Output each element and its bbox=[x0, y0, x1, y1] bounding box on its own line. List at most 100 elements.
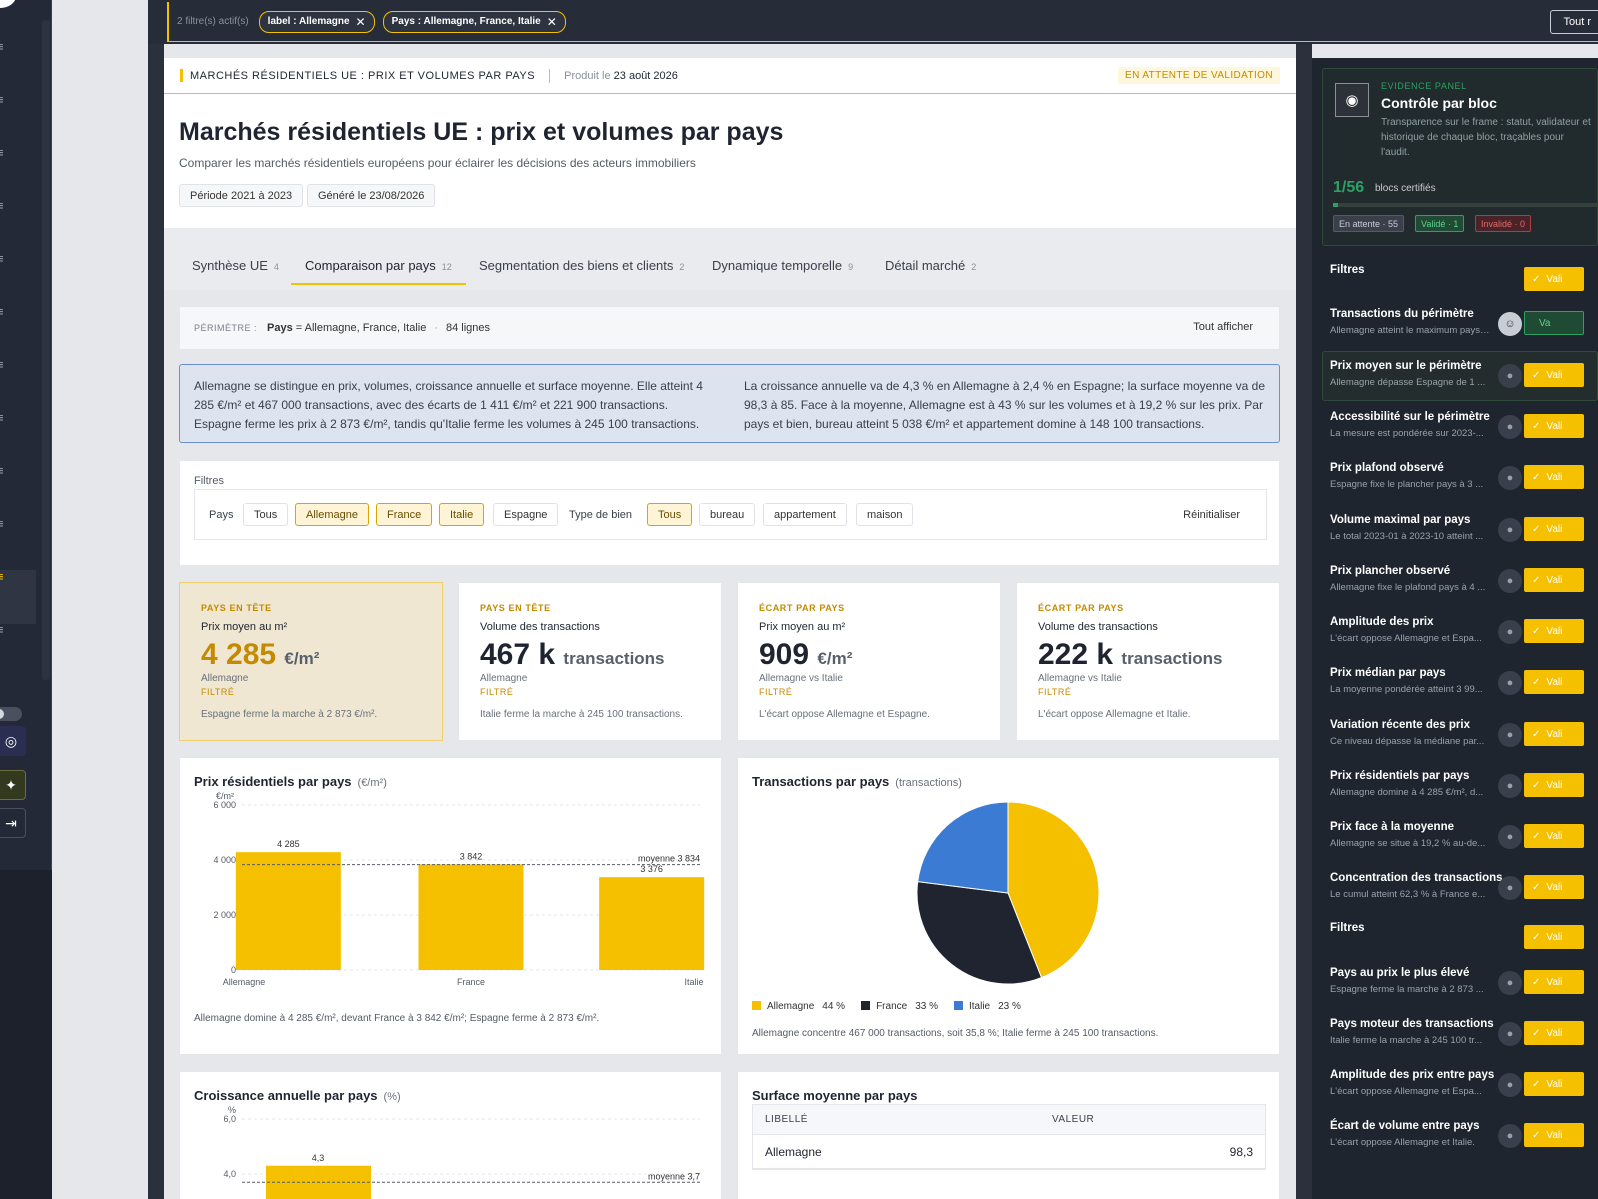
kpi-card[interactable]: PAYS EN TÊTE Prix moyen au m² 4 285 €/m²… bbox=[179, 582, 443, 741]
clear-filters-button[interactable]: Tout r bbox=[1550, 10, 1598, 34]
kpi-card[interactable]: ÉCART PAR PAYS Volume des transactions 2… bbox=[1016, 582, 1280, 741]
report-strip: MARCHÉS RÉSIDENTIELS UE : PRIX ET VOLUME… bbox=[164, 58, 1296, 94]
user-avatar[interactable] bbox=[0, 0, 16, 8]
tab-comparaison[interactable]: Comparaison par pays 12 bbox=[291, 258, 466, 285]
validated-badge[interactable]: Va bbox=[1524, 311, 1584, 335]
legend-item[interactable]: Italie 23 % bbox=[953, 1001, 1021, 1012]
layers-icon[interactable]: ≡ bbox=[0, 517, 10, 531]
filter-pays-italie[interactable]: Italie bbox=[439, 503, 485, 526]
show-all-button[interactable]: Tout afficher bbox=[1193, 321, 1253, 333]
evidence-item[interactable]: Prix plafond observé Espagne fixe le plan… bbox=[1330, 462, 1598, 506]
logout-icon[interactable]: ⇥ bbox=[0, 808, 26, 838]
status-validated[interactable]: Validé · 1 bbox=[1415, 215, 1465, 232]
validate-button[interactable]: ✓ Vali bbox=[1524, 925, 1584, 949]
evidence-item[interactable]: Pays au prix le plus élevé Espagne ferme … bbox=[1330, 967, 1598, 1011]
validate-button[interactable]: ✓ Vali bbox=[1524, 1123, 1584, 1147]
evidence-summary: ◉ EVIDENCE PANEL Contrôle par bloc Trans… bbox=[1322, 68, 1598, 246]
validate-button[interactable]: ✓ Vali bbox=[1524, 875, 1584, 899]
evidence-item[interactable]: Amplitude des prix L'écart oppose Allemag… bbox=[1330, 616, 1598, 660]
evidence-item[interactable]: Transactions du périmètre Allemagne attei… bbox=[1330, 308, 1598, 352]
layers-icon[interactable]: ≡ bbox=[0, 305, 10, 319]
filter-type-maison[interactable]: maison bbox=[856, 503, 914, 526]
validate-button[interactable]: ✓ Vali bbox=[1524, 414, 1584, 438]
layers-icon[interactable]: ≡ bbox=[0, 623, 10, 637]
reset-button[interactable]: Réinitialiser bbox=[1183, 509, 1240, 521]
tab-segmentation[interactable]: Segmentation des biens et clients 2 bbox=[479, 258, 684, 283]
column-header[interactable]: VALEUR bbox=[1040, 1114, 1094, 1125]
validate-button[interactable]: ✓ Vali bbox=[1524, 824, 1584, 848]
chart-note: Allemagne concentre 467 000 transactions… bbox=[752, 1028, 1159, 1039]
filter-pays-tous[interactable]: Tous bbox=[243, 503, 289, 526]
validate-button[interactable]: ✓ Vali bbox=[1524, 363, 1584, 387]
legend-item[interactable]: France 33 % bbox=[861, 1001, 938, 1012]
table-title: Surface moyenne par pays bbox=[752, 1088, 918, 1103]
evidence-item[interactable]: Accessibilité sur le périmètre La mesure … bbox=[1330, 411, 1598, 455]
evidence-item[interactable]: Prix moyen sur le périmètre Allemagne dép… bbox=[1330, 360, 1598, 404]
evidence-item[interactable]: Écart de volume entre pays L'écart oppose… bbox=[1330, 1120, 1598, 1164]
filter-chip[interactable]: Pays : Allemagne, France, Italie ✕ bbox=[382, 10, 566, 33]
filter-type-appartement[interactable]: appartement bbox=[763, 503, 847, 526]
evidence-item[interactable]: Volume maximal par pays Le total 2023-01 … bbox=[1330, 514, 1598, 558]
validate-label: Vali bbox=[1546, 976, 1563, 988]
layers-icon-active[interactable]: ≡ bbox=[0, 570, 10, 584]
evidence-section-header[interactable]: Filtres ✓ Vali bbox=[1330, 922, 1598, 966]
filter-pays-allemagne[interactable]: Allemagne bbox=[295, 503, 369, 526]
validate-button[interactable]: ✓ Vali bbox=[1524, 1072, 1584, 1096]
shield-icon[interactable]: ◎ bbox=[0, 726, 26, 756]
kpi-card[interactable]: ÉCART PAR PAYS Prix moyen au m² 909 €/m²… bbox=[737, 582, 1001, 741]
kpi-card[interactable]: PAYS EN TÊTE Volume des transactions 467… bbox=[458, 582, 722, 741]
layers-icon[interactable]: ≡ bbox=[0, 358, 10, 372]
tab-dynamique[interactable]: Dynamique temporelle 9 bbox=[712, 258, 853, 283]
theme-toggle[interactable] bbox=[0, 707, 22, 721]
validate-button[interactable]: ✓ Vali bbox=[1524, 670, 1584, 694]
layers-icon[interactable]: ≡ bbox=[0, 199, 10, 213]
filter-type-tous[interactable]: Tous bbox=[647, 503, 693, 526]
tab-synthese[interactable]: Synthèse UE 4 bbox=[192, 258, 279, 283]
magic-wand-icon[interactable]: ✦ bbox=[0, 770, 26, 800]
evidence-item[interactable]: Prix médian par pays La moyenne pondérée … bbox=[1330, 667, 1598, 711]
validate-button[interactable]: ✓ Vali bbox=[1524, 465, 1584, 489]
validate-button[interactable]: ✓ Vali bbox=[1524, 773, 1584, 797]
evidence-item[interactable]: Prix plancher observé Allemagne fixe le p… bbox=[1330, 565, 1598, 609]
perimeter-bar: PÉRIMÈTRE : Pays = Allemagne, France, It… bbox=[179, 306, 1280, 350]
status-invalidated[interactable]: Invalidé · 0 bbox=[1475, 215, 1532, 232]
validate-button[interactable]: ✓ Vali bbox=[1524, 517, 1584, 541]
evidence-item[interactable]: Variation récente des prix Ce niveau dépa… bbox=[1330, 719, 1598, 763]
layers-icon[interactable]: ≡ bbox=[0, 40, 10, 54]
filter-type-bureau[interactable]: bureau bbox=[699, 503, 756, 526]
evidence-item[interactable]: Prix résidentiels par pays Allemagne domi… bbox=[1330, 770, 1598, 814]
validate-button[interactable]: ✓ Vali bbox=[1524, 970, 1584, 994]
validate-button[interactable]: ✓ Vali bbox=[1524, 267, 1584, 291]
column-header[interactable]: LIBELLÉ bbox=[753, 1114, 1040, 1125]
legend-item[interactable]: Allemagne 44 % bbox=[752, 1001, 845, 1012]
validate-label: Vali bbox=[1546, 471, 1563, 483]
filter-pays-espagne[interactable]: Espagne bbox=[493, 503, 559, 526]
layers-icon[interactable]: ≡ bbox=[0, 93, 10, 107]
validate-button[interactable]: ✓ Vali bbox=[1524, 568, 1584, 592]
evidence-item-desc: L'écart oppose Allemagne et Espa... bbox=[1330, 633, 1482, 644]
evidence-item[interactable]: Prix face à la moyenne Allemagne se situe… bbox=[1330, 821, 1598, 865]
evidence-item[interactable]: Concentration des transactions Le cumul a… bbox=[1330, 872, 1598, 916]
filter-pays-france[interactable]: France bbox=[376, 503, 433, 526]
close-icon[interactable]: ✕ bbox=[547, 15, 557, 29]
evidence-item[interactable]: Pays moteur des transactions Italie ferme… bbox=[1330, 1018, 1598, 1062]
layers-icon[interactable]: ≡ bbox=[0, 252, 10, 266]
validate-button[interactable]: ✓ Vali bbox=[1524, 619, 1584, 643]
x-tick-label: France bbox=[457, 977, 485, 987]
evidence-section-header[interactable]: Filtres ✓ Vali bbox=[1330, 264, 1598, 308]
layers-icon[interactable]: ≡ bbox=[0, 411, 10, 425]
layers-icon[interactable]: ≡ bbox=[0, 146, 10, 160]
rail-scrollbar[interactable] bbox=[42, 20, 50, 680]
table-cell: Allemagne bbox=[765, 1144, 822, 1159]
tab-detail[interactable]: Détail marché 2 bbox=[885, 258, 976, 283]
status-pending[interactable]: En attente · 55 bbox=[1333, 215, 1405, 232]
close-icon[interactable]: ✕ bbox=[356, 15, 366, 29]
filter-chip[interactable]: label : Allemagne ✕ bbox=[258, 10, 375, 33]
validate-button[interactable]: ✓ Vali bbox=[1524, 1021, 1584, 1045]
layers-icon[interactable]: ≡ bbox=[0, 464, 10, 478]
kpi-flag: FILTRÉ bbox=[759, 687, 793, 697]
evidence-item[interactable]: Amplitude des prix entre pays L'écart opp… bbox=[1330, 1069, 1598, 1113]
evidence-item-title: Prix plancher observé bbox=[1330, 565, 1451, 577]
validate-button[interactable]: ✓ Vali bbox=[1524, 722, 1584, 746]
generated-pill: Généré le 23/08/2026 bbox=[307, 184, 436, 207]
